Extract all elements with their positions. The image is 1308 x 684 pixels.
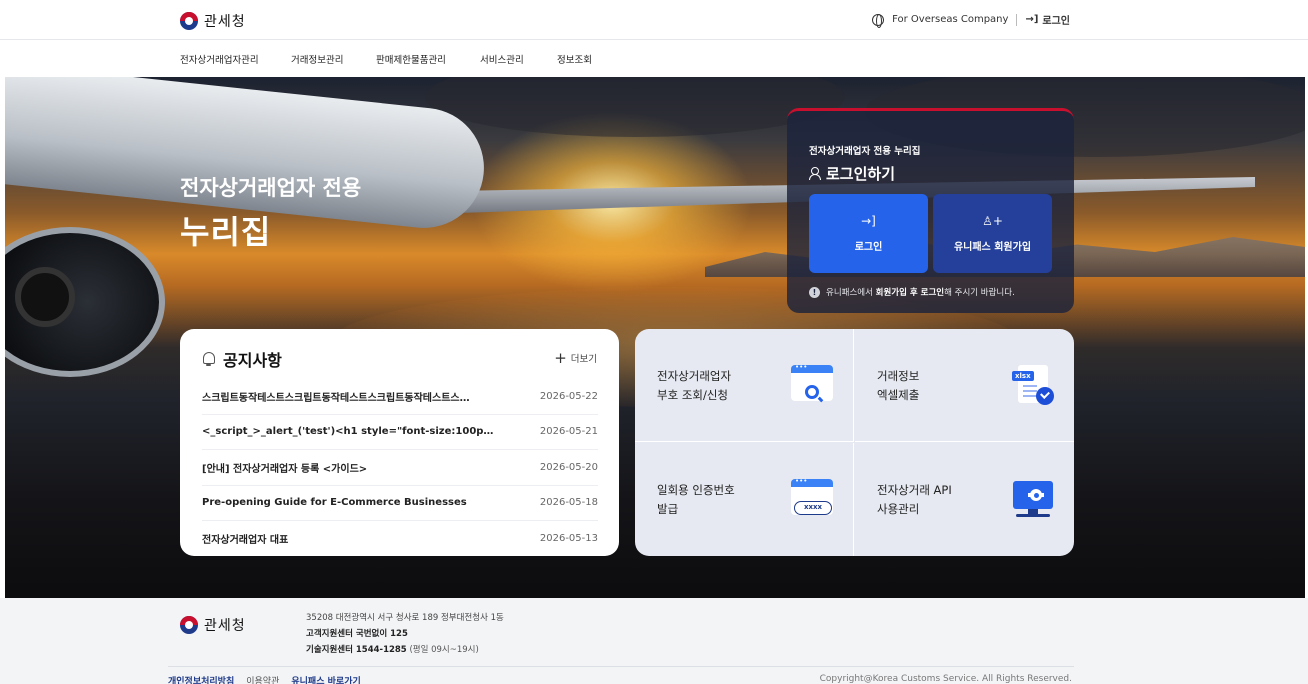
notice-item-title: <_script_>_alert_('test')<h1 style="font… bbox=[202, 426, 494, 438]
notice-item-title: 전자상거래업자 대표 bbox=[202, 535, 289, 547]
monitor-gear-icon bbox=[1010, 479, 1056, 521]
footer-divider bbox=[168, 666, 1074, 667]
login-heading-text: 로그인하기 bbox=[826, 165, 896, 183]
notice-item-date: 2026-05-22 bbox=[539, 390, 598, 402]
service-excel-submit[interactable]: 거래정보 엑셀제출 xlsx bbox=[855, 329, 1074, 442]
add-user-icon: ♙+ bbox=[982, 214, 1003, 228]
taegeuk-logo-icon bbox=[180, 12, 198, 30]
list-item[interactable]: 스크립트동작테스트스크립트동작테스트스크립트동작테스트스… 2026-05-22 bbox=[202, 379, 598, 415]
login-arrow-icon: →] bbox=[1025, 14, 1039, 25]
nav-item-ecommerce-management[interactable]: 전자상거래업자관리 bbox=[180, 52, 259, 66]
divider bbox=[1016, 13, 1018, 26]
nav-item-service-management[interactable]: 서비스관리 bbox=[480, 52, 524, 66]
unipass-shortcut-link[interactable]: 유니패스 바로가기 bbox=[291, 674, 360, 684]
main-navigation: 전자상거래업자관리 거래정보관리 판매제한물품관리 서비스관리 정보조회 bbox=[0, 40, 1308, 77]
signup-button-label: 유니패스 회원가입 bbox=[953, 242, 1032, 253]
nav-item-information-inquiry[interactable]: 정보조회 bbox=[557, 52, 592, 66]
header-login-link[interactable]: →] 로그인 bbox=[1025, 12, 1070, 27]
notice-item-title: [안내] 전자상거래업자 등록 <가이드> bbox=[202, 463, 368, 475]
service-label: 전자상거래 API 사용관리 bbox=[877, 483, 952, 516]
privacy-policy-link[interactable]: 개인정보처리방침 bbox=[168, 674, 234, 684]
notice-item-date: 2026-05-21 bbox=[539, 426, 598, 438]
notice-title: 공지사항 bbox=[223, 351, 282, 370]
hero-title-line1: 전자상거래업자 전용 bbox=[180, 176, 362, 200]
footer-tech-center: 기술지원센터 1544-1285 bbox=[306, 645, 407, 655]
terms-link[interactable]: 이용약관 bbox=[246, 674, 279, 684]
plus-icon: + bbox=[554, 349, 567, 367]
footer-logo-text: 관세청 bbox=[204, 618, 246, 634]
login-button[interactable]: →] 로그인 bbox=[809, 194, 928, 273]
notice-item-date: 2026-05-20 bbox=[539, 461, 598, 473]
notice-more-link[interactable]: + 더보기 bbox=[554, 349, 597, 367]
more-label: 더보기 bbox=[570, 354, 597, 365]
list-item[interactable]: <_script_>_alert_('test')<h1 style="font… bbox=[202, 415, 598, 450]
copyright: Copyright@Korea Customs Service. All Rig… bbox=[819, 674, 1072, 684]
quick-services-grid: 전자상거래업자부호 조회/신청 거래정보엑셀제출 xlsx 일회용 인증번호발급… bbox=[635, 329, 1074, 556]
notice-item-date: 2026-05-13 bbox=[539, 533, 598, 545]
otp-window-icon: xxxx bbox=[789, 477, 835, 521]
footer-customer-center: 고객지원센터 국번없이 125 bbox=[306, 629, 408, 639]
site-logo[interactable]: 관세청 bbox=[180, 11, 246, 31]
site-footer: 관세청 35208 대전광역시 서구 청사로 189 정부대전청사 1동 고객지… bbox=[0, 598, 1308, 684]
service-otp-issue[interactable]: 일회용 인증번호발급 xxxx bbox=[635, 443, 854, 556]
notice-item-title: 스크립트동작테스트스크립트동작테스트스크립트동작테스트스… bbox=[202, 392, 470, 404]
notice-item-date: 2026-05-18 bbox=[539, 497, 598, 509]
list-item[interactable]: [안내] 전자상거래업자 등록 <가이드> 2026-05-20 bbox=[202, 450, 598, 486]
notice-panel: 공지사항 + 더보기 스크립트동작테스트스크립트동작테스트스크립트동작테스트스…… bbox=[180, 329, 619, 556]
unipass-signup-button[interactable]: ♙+ 유니패스 회원가입 bbox=[933, 194, 1052, 273]
airplane-wheel bbox=[15, 267, 75, 327]
footer-address-block: 35208 대전광역시 서구 청사로 189 정부대전청사 1동 고객지원센터 … bbox=[306, 610, 504, 658]
nav-item-restricted-goods[interactable]: 판매제한물품관리 bbox=[376, 52, 446, 66]
hero-title-line2: 누리집 bbox=[180, 213, 272, 251]
service-code-inquiry[interactable]: 전자상거래업자 부호 조회/신청 bbox=[635, 329, 854, 442]
login-note-text: 유니패스에서 회원가입 후 로그인해 주시기 바랍니다. bbox=[826, 288, 1015, 298]
info-icon: ! bbox=[809, 286, 820, 298]
list-item[interactable]: Pre-opening Guide for E-Commerce Busines… bbox=[202, 486, 598, 521]
header-login-label: 로그인 bbox=[1042, 16, 1070, 27]
login-panel-heading: 로그인하기 bbox=[809, 163, 895, 184]
bell-icon bbox=[202, 352, 215, 366]
logo-text: 관세청 bbox=[204, 14, 246, 30]
taegeuk-logo-icon bbox=[180, 616, 198, 634]
globe-icon bbox=[872, 13, 885, 28]
login-panel: 전자상거래업자 전용 누리집 로그인하기 →] 로그인 ♙+ 유니패스 회원가입… bbox=[787, 108, 1074, 313]
cloud bbox=[425, 77, 845, 137]
notice-heading: 공지사항 bbox=[202, 347, 282, 371]
overseas-company-link[interactable]: For Overseas Company bbox=[892, 14, 1008, 25]
list-item[interactable]: 전자상거래업자 대표 2026-05-13 bbox=[202, 521, 598, 557]
utility-links: For Overseas Company →] 로그인 bbox=[872, 12, 1070, 28]
notice-list: 스크립트동작테스트스크립트동작테스트스크립트동작테스트스… 2026-05-22… bbox=[202, 379, 598, 557]
login-arrow-icon: →] bbox=[861, 214, 876, 228]
service-label: 전자상거래업자 부호 조회/신청 bbox=[657, 369, 732, 402]
search-window-icon bbox=[789, 363, 835, 407]
service-label: 거래정보 엑셀제출 bbox=[877, 369, 920, 402]
notice-item-title: Pre-opening Guide for E-Commerce Busines… bbox=[202, 497, 467, 509]
xlsx-document-icon: xlsx bbox=[1010, 365, 1056, 407]
top-header: 관세청 For Overseas Company →] 로그인 bbox=[0, 0, 1308, 40]
login-note: ! 유니패스에서 회원가입 후 로그인해 주시기 바랍니다. bbox=[809, 286, 1015, 298]
footer-logo: 관세청 bbox=[180, 615, 246, 635]
login-panel-subtitle: 전자상거래업자 전용 누리집 bbox=[809, 146, 921, 157]
footer-tech-hours: (평일 09시~19시) bbox=[409, 645, 479, 655]
footer-links: 개인정보처리방침 이용약관 유니패스 바로가기 bbox=[168, 674, 361, 684]
login-button-label: 로그인 bbox=[854, 242, 883, 253]
person-icon bbox=[809, 167, 821, 180]
service-api-management[interactable]: 전자상거래 API 사용관리 bbox=[855, 443, 1074, 556]
service-label: 일회용 인증번호 발급 bbox=[657, 483, 735, 516]
nav-item-transaction-management[interactable]: 거래정보관리 bbox=[291, 52, 343, 66]
footer-address: 35208 대전광역시 서구 청사로 189 정부대전청사 1동 bbox=[306, 613, 504, 623]
